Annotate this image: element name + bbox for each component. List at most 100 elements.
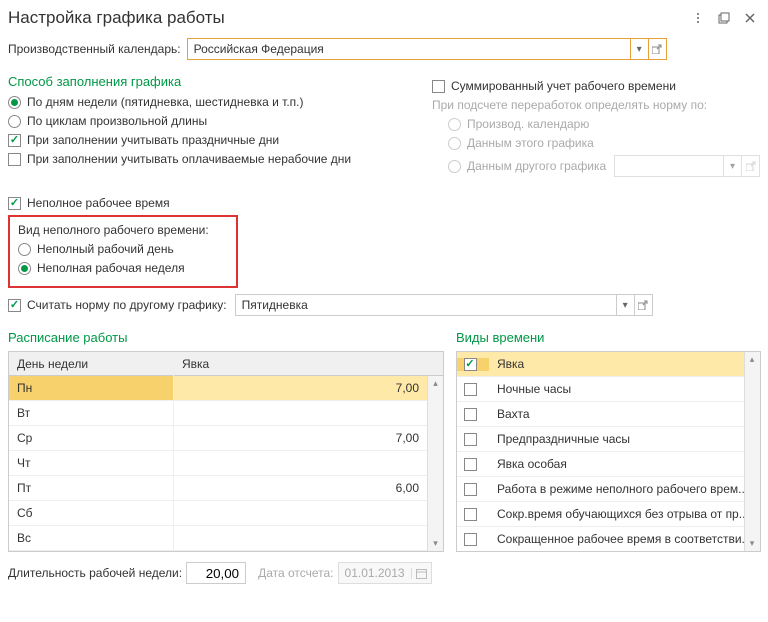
radio-by-prod-calendar: Производ. календарю — [448, 117, 760, 131]
list-item[interactable]: Сокр.время обучающихся без отрыва от пр.… — [457, 502, 760, 527]
table-row[interactable]: Пн7,00 — [9, 376, 443, 401]
dropdown-icon: ▾ — [723, 156, 741, 176]
radio-icon — [18, 262, 31, 275]
radio-label: Неполный рабочий день — [37, 242, 174, 256]
checkbox-icon — [8, 299, 21, 312]
open-icon[interactable] — [634, 295, 652, 315]
list-item[interactable]: Предпраздничные часы — [457, 427, 760, 452]
cell-checkbox[interactable] — [457, 483, 489, 496]
open-icon[interactable] — [648, 39, 666, 59]
radio-label: По циклам произвольной длины — [27, 114, 207, 128]
cell-checkbox[interactable] — [457, 458, 489, 471]
cell-checkbox[interactable] — [457, 508, 489, 521]
radio-icon — [18, 243, 31, 256]
radio-part-day[interactable]: Неполный рабочий день — [18, 242, 228, 256]
list-item[interactable]: Ночные часы — [457, 377, 760, 402]
calendar-icon — [411, 568, 431, 579]
radio-label: Производ. календарю — [467, 117, 589, 131]
checkbox-icon — [464, 508, 477, 521]
cell-hours[interactable]: 6,00 — [174, 476, 443, 500]
radio-by-this-schedule: Данным этого графика — [448, 136, 760, 150]
list-item[interactable]: Явка особая — [457, 452, 760, 477]
checkbox-label: Неполное рабочее время — [27, 196, 170, 210]
radio-icon — [448, 118, 461, 131]
cell-time-type: Работа в режиме неполного рабочего врем.… — [489, 477, 760, 501]
table-row[interactable]: Вт — [9, 401, 443, 426]
cell-day[interactable]: Пт — [9, 476, 174, 500]
cell-day[interactable]: Ср — [9, 426, 174, 450]
checkbox-icon — [464, 408, 477, 421]
checkbox-icon — [464, 483, 477, 496]
cell-checkbox[interactable] — [457, 383, 489, 396]
cell-day[interactable]: Сб — [9, 501, 174, 525]
week-duration-label: Длительность рабочей недели: — [8, 566, 182, 580]
radio-by-cycles[interactable]: По циклам произвольной длины — [8, 114, 408, 128]
list-item[interactable]: Сокращенное рабочее время в соответстви.… — [457, 527, 760, 551]
start-date-label: Дата отсчета: — [258, 566, 333, 580]
checkbox-icon — [464, 458, 477, 471]
cell-checkbox[interactable] — [457, 358, 489, 371]
more-icon[interactable] — [688, 8, 708, 28]
cell-time-type: Явка — [489, 352, 760, 376]
cell-time-type: Явка особая — [489, 452, 760, 476]
norm-other-schedule-select[interactable]: Пятидневка ▾ — [235, 294, 653, 316]
list-item[interactable]: Работа в режиме неполного рабочего врем.… — [457, 477, 760, 502]
cell-checkbox[interactable] — [457, 533, 489, 546]
cell-day[interactable]: Вт — [9, 401, 174, 425]
cell-hours[interactable]: 7,00 — [174, 426, 443, 450]
close-icon[interactable] — [740, 8, 760, 28]
cell-day[interactable]: Вс — [9, 526, 174, 550]
radio-label: Данным другого графика — [467, 159, 606, 173]
table-row[interactable]: Пт6,00 — [9, 476, 443, 501]
start-date-input: 01.01.2013 — [338, 562, 432, 584]
check-summarized[interactable]: Суммированный учет рабочего времени — [432, 79, 760, 93]
table-row[interactable]: Чт — [9, 451, 443, 476]
dropdown-icon[interactable]: ▾ — [630, 39, 648, 59]
checkbox-icon — [464, 533, 477, 546]
checkbox-icon — [464, 358, 477, 371]
cell-checkbox[interactable] — [457, 433, 489, 446]
radio-icon — [448, 137, 461, 150]
radio-label: Данным этого графика — [467, 136, 594, 150]
cell-time-type: Вахта — [489, 402, 760, 426]
th-day[interactable]: День недели — [9, 352, 174, 376]
checkbox-label: Суммированный учет рабочего времени — [451, 79, 676, 93]
cell-day[interactable]: Чт — [9, 451, 174, 475]
cell-time-type: Сокр.время обучающихся без отрыва от пр.… — [489, 502, 760, 526]
radio-by-week-days[interactable]: По дням недели (пятидневка, шестидневка … — [8, 95, 408, 109]
checkbox-icon — [8, 153, 21, 166]
select-value: Пятидневка — [236, 295, 616, 315]
week-duration-input[interactable] — [186, 562, 246, 584]
list-item[interactable]: Вахта — [457, 402, 760, 427]
cell-time-type: Сокращенное рабочее время в соответстви.… — [489, 527, 760, 551]
checkbox-icon — [464, 433, 477, 446]
radio-label: По дням недели (пятидневка, шестидневка … — [27, 95, 304, 109]
dropdown-icon[interactable]: ▾ — [616, 295, 634, 315]
schedule-table-title: Расписание работы — [8, 330, 444, 345]
th-hours[interactable]: Явка — [174, 352, 443, 376]
cell-time-type: Предпраздничные часы — [489, 427, 760, 451]
checkbox-icon — [464, 383, 477, 396]
list-item[interactable]: Явка — [457, 352, 760, 377]
scrollbar[interactable]: ▴▾ — [744, 352, 760, 551]
start-date-value: 01.01.2013 — [339, 566, 411, 580]
table-row[interactable]: Вс — [9, 526, 443, 551]
table-row[interactable]: Сб — [9, 501, 443, 526]
checkbox-icon — [432, 80, 445, 93]
table-row[interactable]: Ср7,00 — [9, 426, 443, 451]
cell-hours[interactable]: 7,00 — [174, 376, 443, 400]
cell-day[interactable]: Пн — [9, 376, 174, 400]
window-restore-icon[interactable] — [714, 8, 734, 28]
check-consider-paid-nonwork[interactable]: При заполнении учитывать оплачиваемые не… — [8, 152, 408, 166]
cell-checkbox[interactable] — [457, 408, 489, 421]
radio-by-other-schedule: Данным другого графика — [448, 159, 606, 173]
cell-time-type: Ночные часы — [489, 377, 760, 401]
check-consider-holidays[interactable]: При заполнении учитывать праздничные дни — [8, 133, 408, 147]
radio-label: Неполная рабочая неделя — [37, 261, 185, 275]
calendar-select[interactable]: Российская Федерация ▾ — [187, 38, 667, 60]
check-norm-by-other[interactable]: Считать норму по другому графику: — [8, 298, 227, 312]
check-part-time[interactable]: Неполное рабочее время — [8, 196, 760, 210]
calendar-value: Российская Федерация — [188, 39, 630, 59]
radio-part-week[interactable]: Неполная рабочая неделя — [18, 261, 228, 275]
scrollbar[interactable]: ▴▾ — [427, 376, 443, 551]
